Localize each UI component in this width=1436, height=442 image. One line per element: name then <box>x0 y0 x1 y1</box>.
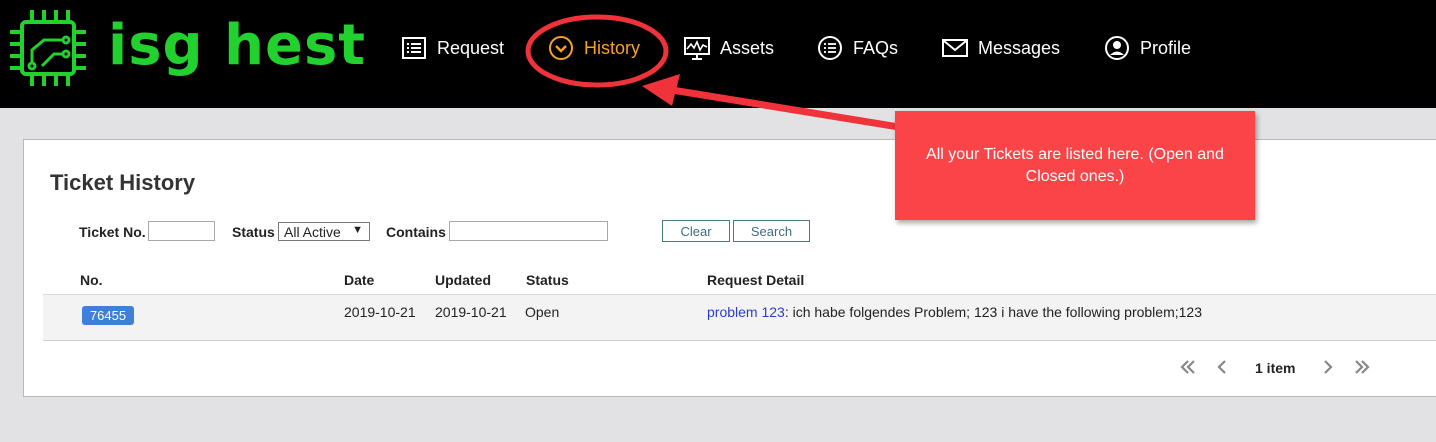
annotation-circle <box>525 14 669 88</box>
chip-logo-icon <box>10 10 86 86</box>
callout-text: All your Tickets are listed here. (Open … <box>926 145 1224 185</box>
caret-down-icon: ▼ <box>352 224 363 236</box>
nav-label-request: Request <box>437 37 505 58</box>
prev-page-icon[interactable] <box>1215 358 1229 376</box>
ticket-number-badge[interactable]: 76455 <box>82 306 134 325</box>
first-page-icon[interactable] <box>1179 358 1197 376</box>
nav-label-profile: Profile <box>1140 37 1192 58</box>
list-circle-icon <box>818 36 842 60</box>
help-callout: All your Tickets are listed here. (Open … <box>895 111 1255 220</box>
nav-item-faqs[interactable]: FAQs <box>817 33 898 63</box>
col-header-request-detail: Request Detail <box>707 272 805 288</box>
brand-name: isg hest <box>108 13 367 78</box>
last-page-icon[interactable] <box>1353 358 1371 376</box>
row-updated: 2019-10-21 <box>435 304 507 320</box>
envelope-icon <box>942 39 968 57</box>
clear-button[interactable]: Clear <box>662 220 730 242</box>
row-request-detail: problem 123: ich habe folgendes Problem;… <box>707 304 1202 320</box>
row-status: Open <box>525 304 560 320</box>
next-page-icon[interactable] <box>1321 358 1335 376</box>
nav-item-request[interactable]: Request <box>401 33 504 63</box>
ticket-no-label: Ticket No. <box>79 224 146 240</box>
request-detail-link[interactable]: problem 123 <box>707 304 785 320</box>
status-select[interactable]: All Active ▼ <box>278 222 370 241</box>
col-header-status: Status <box>526 272 569 288</box>
nav-label-messages: Messages <box>978 37 1061 58</box>
row-date: 2019-10-21 <box>344 304 416 320</box>
col-header-no: No. <box>80 272 103 288</box>
top-header: isg hest Request History Assets FAQs Mes… <box>0 0 1436 108</box>
request-detail-text: : ich habe folgendes Problem; 123 i have… <box>784 304 1202 320</box>
col-header-date: Date <box>344 272 375 288</box>
nav-label-assets: Assets <box>720 37 775 58</box>
pager-count: 1 item <box>1255 360 1296 376</box>
contains-input[interactable] <box>449 221 608 241</box>
status-label: Status <box>232 224 275 240</box>
nav-item-profile[interactable]: Profile <box>1104 33 1191 63</box>
monitor-chart-icon <box>684 37 710 60</box>
list-icon <box>402 37 426 59</box>
page-title: Ticket History <box>50 170 196 195</box>
col-header-updated: Updated <box>435 272 491 288</box>
status-select-value: All Active <box>284 223 341 240</box>
user-circle-icon <box>1105 36 1129 60</box>
search-button[interactable]: Search <box>733 220 810 242</box>
nav-label-faqs: FAQs <box>853 37 899 58</box>
nav-item-assets[interactable]: Assets <box>684 33 774 63</box>
contains-label: Contains <box>386 224 446 240</box>
ticket-no-input[interactable] <box>148 221 215 241</box>
nav-item-messages[interactable]: Messages <box>942 33 1060 63</box>
